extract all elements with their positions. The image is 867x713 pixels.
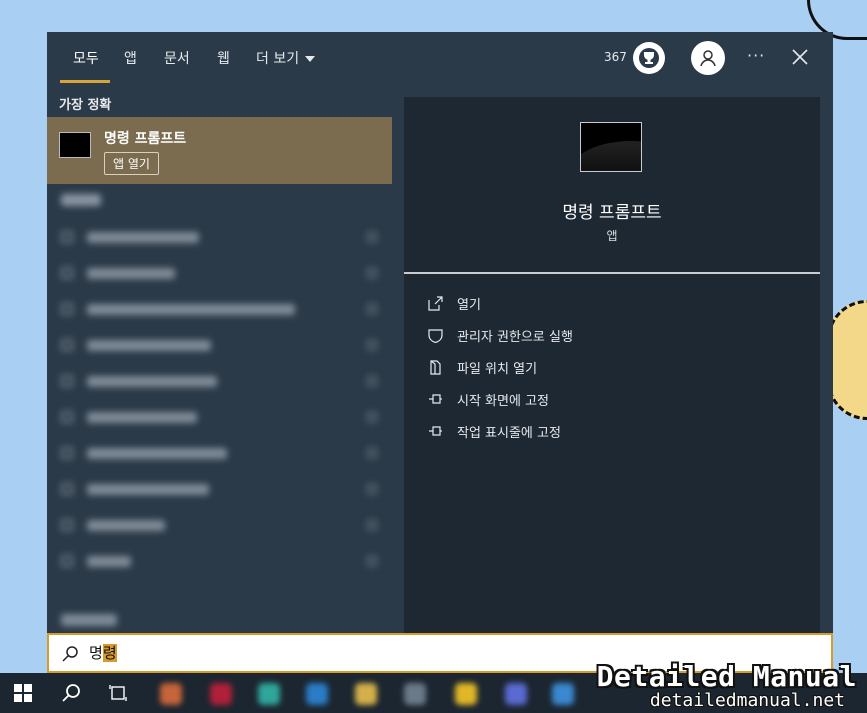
action-open-file-location[interactable]: 파일 위치 열기 bbox=[428, 358, 538, 377]
tab-all[interactable]: 모두 bbox=[73, 48, 99, 68]
open-external-icon bbox=[428, 295, 443, 311]
action-pin-to-taskbar[interactable]: 작업 표시줄에 고정 bbox=[428, 422, 561, 441]
close-icon[interactable] bbox=[791, 48, 809, 66]
best-match-result[interactable]: 명령 프롬프트 앱 열기 bbox=[47, 117, 392, 184]
action-open[interactable]: 열기 bbox=[428, 294, 481, 313]
open-app-button[interactable]: 앱 열기 bbox=[104, 152, 159, 175]
trophy-icon[interactable] bbox=[633, 42, 665, 74]
divider bbox=[404, 272, 820, 274]
taskbar-app-icon[interactable] bbox=[404, 683, 426, 705]
action-label: 작업 표시줄에 고정 bbox=[457, 425, 561, 441]
taskbar-app-icon[interactable] bbox=[258, 683, 280, 705]
tab-documents[interactable]: 문서 bbox=[164, 48, 190, 68]
tab-more[interactable]: 더 보기 bbox=[256, 48, 316, 68]
app-preview-pane: 명령 프롬프트 앱 열기 관리자 권한으로 실행 파일 위치 열기 시작 화면에… bbox=[404, 97, 820, 633]
user-icon[interactable] bbox=[691, 41, 725, 75]
background-doodle bbox=[827, 300, 867, 420]
taskbar-app-icon[interactable] bbox=[355, 683, 377, 705]
action-label: 시작 화면에 고정 bbox=[457, 393, 549, 409]
watermark-title: Detailed Manual bbox=[596, 660, 857, 693]
search-query: 명령 bbox=[89, 642, 117, 663]
search-autocomplete-text: 령 bbox=[102, 644, 117, 662]
taskbar-app-icon[interactable] bbox=[552, 683, 574, 705]
tab-more-label: 더 보기 bbox=[256, 51, 300, 67]
pin-icon bbox=[429, 425, 442, 436]
action-label: 관리자 권한으로 실행 bbox=[457, 329, 573, 345]
watermark-url: detailedmanual.net bbox=[649, 690, 845, 711]
taskbar-app-icon[interactable] bbox=[210, 683, 232, 705]
taskbar-app-icon[interactable] bbox=[455, 683, 477, 705]
taskbar-app-icon[interactable] bbox=[505, 683, 527, 705]
search-tabs-bar: 모두 앱 문서 웹 더 보기 367 ··· bbox=[47, 32, 833, 84]
taskbar-app-icon[interactable] bbox=[306, 683, 328, 705]
action-run-as-admin[interactable]: 관리자 권한으로 실행 bbox=[428, 326, 573, 345]
preview-title: 명령 프롬프트 bbox=[562, 203, 662, 223]
search-icon[interactable] bbox=[61, 683, 81, 703]
windows-start-icon[interactable] bbox=[14, 684, 32, 702]
active-tab-indicator bbox=[60, 80, 110, 83]
file-location-icon bbox=[430, 359, 441, 375]
shield-icon bbox=[428, 328, 443, 343]
search-icon bbox=[62, 646, 78, 662]
tab-web[interactable]: 웹 bbox=[217, 48, 230, 68]
action-label: 열기 bbox=[457, 297, 481, 313]
search-panel: 모두 앱 문서 웹 더 보기 367 ··· 가장 정확 명령 프롬프트 앱 열… bbox=[47, 32, 833, 673]
action-pin-to-start[interactable]: 시작 화면에 고정 bbox=[428, 390, 549, 409]
best-match-heading: 가장 정확 bbox=[59, 98, 112, 113]
more-options-icon[interactable]: ··· bbox=[747, 46, 765, 65]
rewards-points: 367 bbox=[604, 50, 627, 64]
pin-icon bbox=[429, 393, 442, 404]
taskbar-app-icon[interactable] bbox=[160, 683, 182, 705]
tab-apps[interactable]: 앱 bbox=[124, 48, 137, 68]
task-view-icon[interactable] bbox=[109, 684, 127, 702]
action-label: 파일 위치 열기 bbox=[457, 361, 538, 377]
blurred-results-list bbox=[47, 184, 392, 633]
search-typed-text: 명 bbox=[89, 644, 103, 662]
command-prompt-icon bbox=[59, 132, 91, 158]
command-prompt-icon bbox=[580, 122, 642, 172]
best-match-title: 명령 프롬프트 bbox=[104, 131, 187, 147]
preview-subtitle: 앱 bbox=[606, 229, 618, 243]
chevron-down-icon bbox=[305, 56, 316, 62]
